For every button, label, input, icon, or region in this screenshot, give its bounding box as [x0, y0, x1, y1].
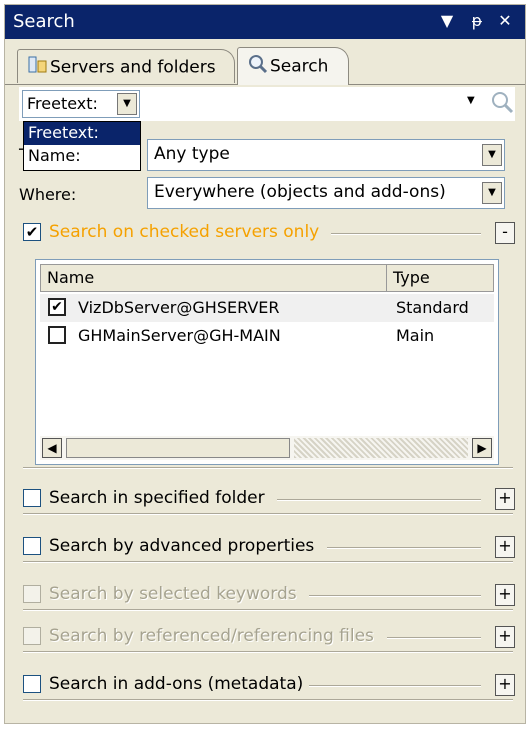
section-divider [387, 637, 481, 639]
expand-button[interactable]: + [495, 536, 515, 558]
chevron-down-icon[interactable]: ▼ [482, 144, 502, 166]
advanced-properties-checkbox[interactable] [23, 537, 41, 555]
search-go-icon[interactable] [490, 90, 514, 118]
scroll-thumb[interactable] [66, 438, 290, 458]
section-divider [309, 685, 481, 687]
dropdown-menu-icon[interactable]: ▼ [437, 9, 457, 33]
close-icon[interactable]: ✕ [495, 9, 515, 33]
horizontal-scrollbar[interactable]: ◀ ▶ [40, 436, 494, 460]
specified-folder-checkbox[interactable] [23, 489, 41, 507]
checked-servers-label: Search on checked servers only [49, 222, 320, 242]
server-name: VizDbServer@GHSERVER [78, 298, 280, 317]
expand-button[interactable]: + [495, 674, 515, 696]
tab-label: Servers and folders [50, 57, 216, 78]
window-title: Search [13, 11, 75, 32]
tab-search[interactable]: Search [237, 47, 349, 85]
tab-servers-and-folders[interactable]: Servers and folders [17, 49, 235, 83]
expand-button[interactable]: + [495, 626, 515, 648]
search-mode-dropdown: Freetext: Name: [23, 121, 141, 171]
section-divider [23, 513, 513, 515]
section-divider [331, 233, 481, 235]
search-input[interactable] [146, 90, 446, 118]
section-specified-folder: Search in specified folder + [19, 485, 515, 515]
section-divider [309, 595, 481, 597]
checked-servers-checkbox[interactable]: ✔ [23, 223, 41, 241]
tab-label: Search [270, 56, 329, 77]
history-dropdown-icon[interactable]: ▼ [467, 95, 475, 106]
scroll-right-icon[interactable]: ▶ [472, 438, 492, 458]
servers-folders-icon [28, 56, 50, 79]
pin-icon[interactable]: ᵽ [467, 9, 487, 33]
servers-list: Name Type ✔ VizDbServer@GHSERVER Standar… [35, 259, 499, 465]
table-row[interactable]: ✔ VizDbServer@GHSERVER Standard [40, 294, 494, 322]
search-bar: Freetext: ▼ ▼ [19, 87, 515, 121]
server-name: GHMainServer@GH-MAIN [78, 326, 281, 345]
column-header-name[interactable]: Name [41, 265, 387, 291]
expand-button[interactable]: + [495, 584, 515, 606]
option-freetext[interactable]: Freetext: [24, 122, 140, 145]
search-mode-select[interactable]: Freetext: ▼ [22, 90, 140, 118]
search-panel: Search ▼ ᵽ ✕ Servers and folders Search … [4, 4, 526, 724]
advanced-properties-label: Search by advanced properties [49, 536, 315, 556]
option-name[interactable]: Name: [24, 145, 140, 168]
section-add-ons-metadata: Search in add-ons (metadata) + [19, 671, 515, 701]
search-mode-value: Freetext: [27, 94, 98, 113]
section-divider [23, 651, 513, 653]
row-checkbox[interactable]: ✔ [48, 298, 66, 316]
row-checkbox[interactable] [48, 326, 66, 344]
type-select[interactable]: Any type ▼ [147, 139, 505, 171]
section-divider [327, 547, 481, 549]
magnifier-icon [248, 54, 270, 79]
where-select[interactable]: Everywhere (objects and add-ons) ▼ [147, 177, 505, 209]
referenced-files-label: Search by referenced/referencing files [49, 626, 374, 646]
specified-folder-label: Search in specified folder [49, 488, 265, 508]
section-divider [23, 561, 513, 563]
server-type: Main [396, 326, 435, 345]
tab-strip: Servers and folders Search [5, 39, 525, 85]
scroll-left-icon[interactable]: ◀ [42, 438, 62, 458]
section-divider [23, 699, 513, 701]
where-label: Where: [19, 185, 77, 204]
chevron-down-icon[interactable]: ▼ [117, 93, 137, 115]
selected-keywords-label: Search by selected keywords [49, 584, 297, 604]
section-referenced-files: Search by referenced/referencing files + [19, 623, 515, 653]
section-divider [23, 609, 513, 611]
selected-keywords-checkbox[interactable] [23, 585, 41, 603]
column-header-type[interactable]: Type [387, 265, 493, 291]
scroll-track[interactable] [294, 438, 468, 458]
list-header: Name Type [40, 264, 494, 292]
referenced-files-checkbox[interactable] [23, 627, 41, 645]
add-ons-metadata-label: Search in add-ons (metadata) [49, 674, 304, 694]
section-divider [23, 467, 513, 469]
collapse-button[interactable]: - [495, 222, 515, 244]
table-row[interactable]: GHMainServer@GH-MAIN Main [40, 322, 494, 350]
where-value: Everywhere (objects and add-ons) [154, 182, 446, 202]
section-divider [277, 499, 481, 501]
add-ons-metadata-checkbox[interactable] [23, 675, 41, 693]
title-bar: Search ▼ ᵽ ✕ [5, 5, 525, 39]
section-selected-keywords: Search by selected keywords + [19, 581, 515, 611]
section-advanced-properties: Search by advanced properties + [19, 533, 515, 563]
server-type: Standard [396, 298, 469, 317]
expand-button[interactable]: + [495, 488, 515, 510]
chevron-down-icon[interactable]: ▼ [482, 182, 502, 204]
type-value: Any type [154, 144, 230, 164]
